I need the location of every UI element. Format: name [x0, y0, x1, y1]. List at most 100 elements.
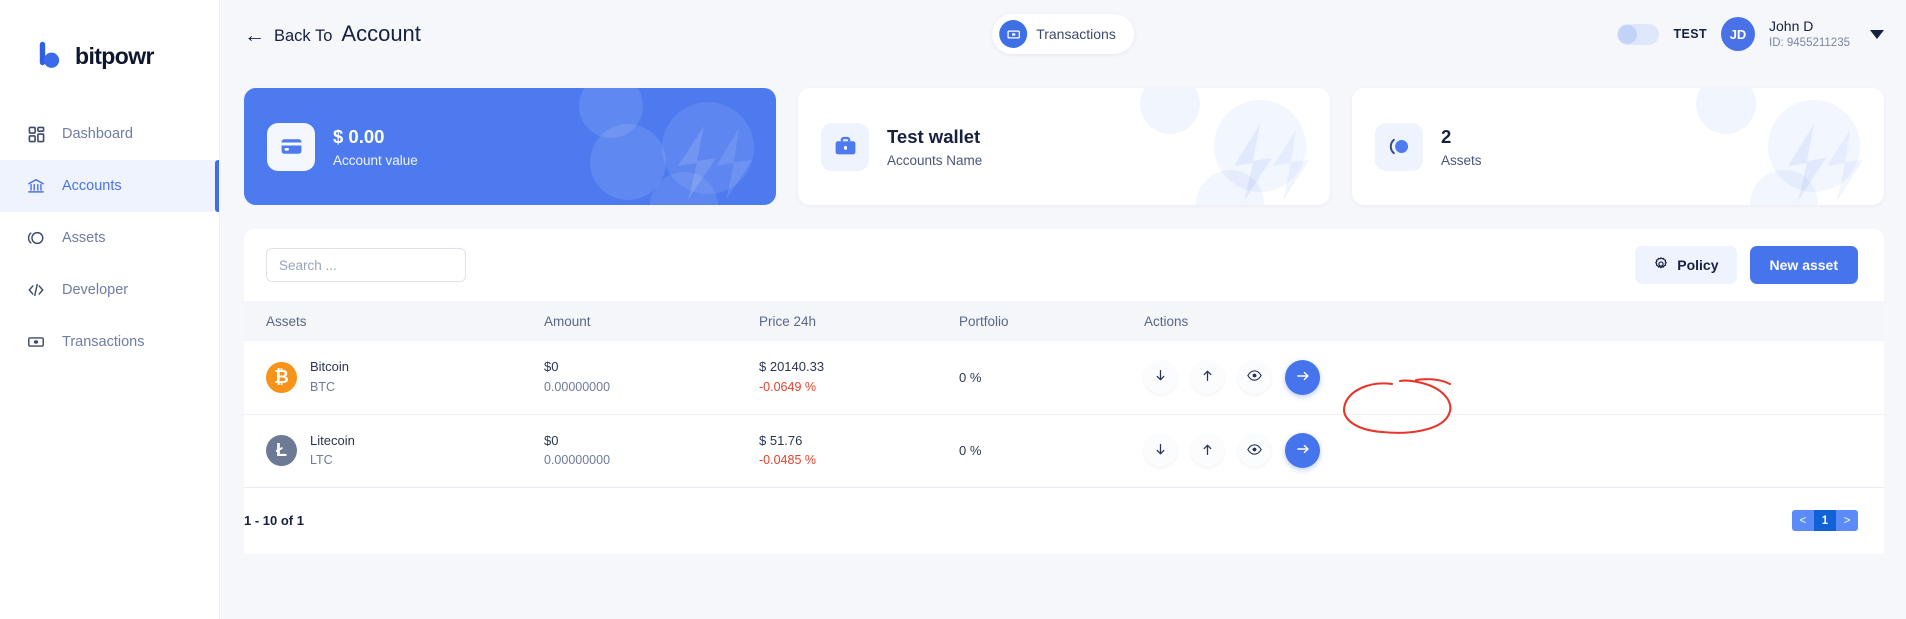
pagination-page-1-button[interactable]: 1 — [1814, 510, 1836, 531]
sidebar-item-assets[interactable]: Assets — [0, 212, 219, 264]
table-body: ₿ Bitcoin BTC $0 0.00000000 $ 20140.33 -… — [244, 341, 1884, 488]
sidebar-item-transactions[interactable]: Transactions — [0, 316, 219, 368]
sidebar-item-label: Assets — [62, 230, 106, 246]
table-row[interactable]: Ł Litecoin LTC $0 0.00000000 $ 51.76 -0.… — [244, 414, 1884, 488]
arrow-up-icon — [1200, 368, 1215, 386]
wallet-name-card[interactable]: Test wallet Accounts Name — [798, 88, 1330, 205]
banknote-icon — [999, 20, 1028, 48]
main-area: ← Back To Account Transactions TEST JD J… — [220, 0, 1906, 619]
bitpowr-logo-icon — [39, 41, 60, 68]
asset-names: Bitcoin BTC — [310, 357, 349, 397]
assets-icon — [26, 228, 46, 248]
arrow-right-icon — [1295, 441, 1311, 460]
card-text: Test wallet Accounts Name — [887, 125, 982, 168]
pagination-controls: < 1 > — [1792, 510, 1858, 531]
policy-button[interactable]: Policy — [1635, 246, 1737, 284]
grid-icon — [26, 124, 46, 144]
bitcoin-icon: ₿ — [266, 361, 297, 393]
bank-icon — [26, 176, 46, 196]
toggle-knob — [1618, 24, 1638, 44]
litecoin-icon: Ł — [266, 434, 297, 466]
transactions-pill-button[interactable]: Transactions — [992, 14, 1134, 54]
amount-crypto: 0.00000000 — [544, 379, 611, 394]
amount-usd: $0 — [544, 359, 559, 375]
asset-cell: Ł Litecoin LTC — [244, 414, 544, 488]
portfolio-value: 0 % — [959, 369, 982, 385]
card-text: $ 0.00 Account value — [333, 125, 418, 168]
arrow-left-icon: ← — [244, 24, 265, 47]
asset-symbol: BTC — [310, 379, 335, 394]
sidebar-item-label: Developer — [62, 282, 129, 298]
new-asset-button[interactable]: New asset — [1749, 246, 1858, 284]
sidebar-item-accounts[interactable]: Accounts — [0, 160, 219, 212]
brand-logo[interactable]: bitpowr — [0, 0, 219, 86]
user-meta: John D ID: 9455211235 — [1769, 18, 1850, 50]
column-header-portfolio: Portfolio — [959, 301, 1144, 341]
eye-icon — [1246, 367, 1263, 387]
card-value: $ 0.00 — [333, 126, 385, 148]
portfolio-value: 0 % — [959, 443, 982, 458]
panel-action-buttons: Policy New asset — [1635, 246, 1858, 284]
assets-icon — [1375, 122, 1423, 171]
portfolio-cell: 0 % — [959, 341, 1144, 415]
user-zone: TEST JD John D ID: 9455211235 — [1617, 17, 1884, 51]
sidebar-item-label: Accounts — [62, 178, 122, 194]
sidebar-item-developer[interactable]: Developer — [0, 264, 219, 316]
card-subtitle: Accounts Name — [887, 152, 983, 168]
app-root: bitpowr Dashboard Accounts Assets Develo… — [0, 0, 1906, 619]
arrow-down-icon — [1153, 442, 1168, 460]
asset-name: Litecoin — [310, 432, 355, 448]
assets-panel: Policy New asset Assets Amount Price 24h… — [244, 229, 1884, 554]
transfer-button[interactable] — [1285, 359, 1320, 395]
briefcase-icon — [821, 122, 869, 171]
code-icon — [26, 280, 46, 300]
sidebar-item-label: Transactions — [62, 334, 145, 350]
test-mode-label: TEST — [1673, 27, 1707, 41]
send-up-button[interactable] — [1191, 360, 1224, 394]
back-to-account-button[interactable]: ← Back To Account — [244, 21, 421, 47]
page-title: Account — [341, 21, 421, 46]
pagination-next-button[interactable]: > — [1836, 510, 1858, 531]
card-text: 2 Assets — [1441, 125, 1482, 168]
asset-name: Bitcoin — [310, 359, 350, 375]
transfer-button[interactable] — [1285, 433, 1320, 468]
policy-button-label: Policy — [1677, 257, 1719, 273]
pagination-bar: 1 - 10 of 1 < 1 > — [244, 488, 1884, 554]
asset-cell: ₿ Bitcoin BTC — [244, 341, 544, 415]
assets-count-card[interactable]: 2 Assets — [1352, 88, 1884, 205]
assets-table: Assets Amount Price 24h Portfolio Action… — [244, 301, 1884, 488]
amount-cell: $0 0.00000000 — [544, 341, 759, 415]
portfolio-cell: 0 % — [959, 414, 1144, 488]
actions-cell — [1144, 414, 1884, 488]
price-value: $ 20140.33 — [759, 359, 825, 375]
table-row[interactable]: ₿ Bitcoin BTC $0 0.00000000 $ 20140.33 -… — [244, 341, 1884, 415]
price-change: -0.0485 % — [759, 452, 816, 467]
card-value: Test wallet — [887, 126, 981, 148]
banknote-icon — [26, 332, 46, 352]
sidebar: bitpowr Dashboard Accounts Assets Develo… — [0, 0, 220, 619]
card-decoration — [1140, 88, 1309, 205]
summary-cards: $ 0.00 Account value Test wallet Account… — [244, 88, 1884, 205]
sidebar-item-dashboard[interactable]: Dashboard — [0, 108, 219, 160]
amount-crypto: 0.00000000 — [544, 452, 611, 467]
card-subtitle: Account value — [333, 152, 418, 168]
eye-icon — [1246, 441, 1263, 461]
search-input[interactable] — [266, 248, 466, 282]
user-id: ID: 9455211235 — [1769, 36, 1850, 49]
view-button[interactable] — [1238, 360, 1271, 394]
column-header-price: Price 24h — [759, 301, 959, 341]
account-value-card[interactable]: $ 0.00 Account value — [244, 88, 776, 205]
view-button[interactable] — [1238, 434, 1271, 467]
avatar[interactable]: JD — [1721, 17, 1755, 51]
arrow-right-icon — [1295, 368, 1311, 387]
receive-button[interactable] — [1144, 360, 1177, 394]
test-mode-toggle[interactable] — [1617, 23, 1660, 45]
send-up-button[interactable] — [1191, 434, 1224, 467]
receive-button[interactable] — [1144, 434, 1177, 467]
panel-toolbar: Policy New asset — [244, 229, 1884, 301]
pagination-prev-button[interactable]: < — [1792, 510, 1814, 531]
chevron-down-icon[interactable] — [1870, 29, 1884, 39]
credit-card-icon — [267, 122, 315, 171]
pagination-info: 1 - 10 of 1 — [244, 513, 304, 528]
content: $ 0.00 Account value Test wallet Account… — [220, 68, 1906, 619]
